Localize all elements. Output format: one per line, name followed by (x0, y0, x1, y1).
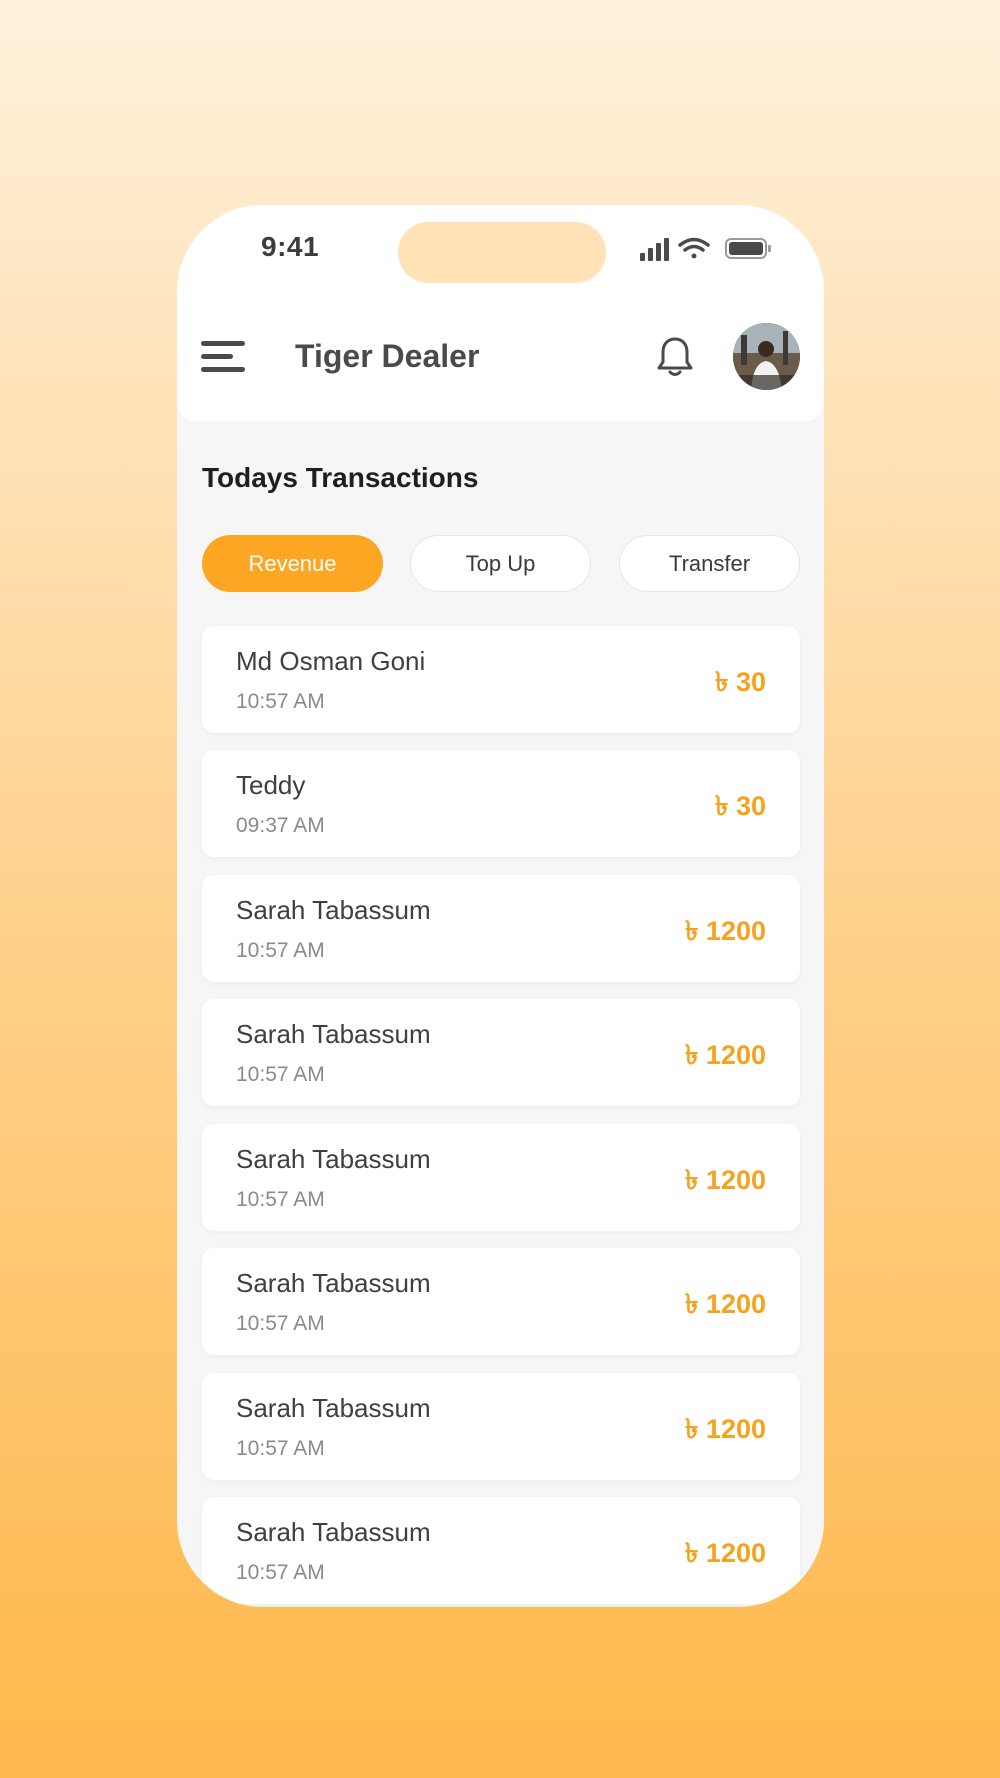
transaction-amount: ৳ 1200 (684, 1165, 766, 1195)
filter-tabs: Revenue Top Up Transfer (202, 535, 800, 592)
transaction-card[interactable]: Sarah Tabassum 10:57 AM ৳ 1200 (202, 875, 800, 982)
transaction-time: 09:37 AM (236, 814, 325, 837)
app-title: Tiger Dealer (295, 338, 480, 374)
section-title: Todays Transactions (202, 462, 479, 493)
status-icons (640, 237, 771, 261)
transaction-amount: ৳ 1200 (684, 1289, 766, 1319)
transaction-name: Sarah Tabassum (236, 1144, 431, 1174)
transaction-amount: ৳ 1200 (684, 1040, 766, 1070)
transaction-time: 10:57 AM (236, 1561, 325, 1584)
transaction-time: 10:57 AM (236, 1188, 325, 1211)
transaction-amount: ৳ 1200 (684, 1538, 766, 1568)
transaction-name: Md Osman Goni (236, 646, 426, 676)
transaction-card[interactable]: Md Osman Goni 10:57 AM ৳ 30 (202, 626, 800, 733)
transaction-time: 10:57 AM (236, 939, 325, 962)
transaction-name: Sarah Tabassum (236, 895, 431, 925)
signal-icon (640, 238, 669, 261)
transaction-time: 10:57 AM (236, 1437, 325, 1460)
transaction-time: 10:57 AM (236, 690, 325, 713)
transaction-name: Teddy (236, 770, 306, 800)
transaction-name: Sarah Tabassum (236, 1019, 431, 1049)
menu-icon[interactable] (201, 341, 245, 373)
avatar[interactable] (733, 323, 800, 390)
transaction-name: Sarah Tabassum (236, 1517, 431, 1547)
transaction-name: Sarah Tabassum (236, 1393, 431, 1423)
transaction-time: 10:57 AM (236, 1312, 325, 1335)
tab-revenue[interactable]: Revenue (202, 535, 383, 592)
app-header: 9:41 Tiger Dealer (177, 205, 824, 421)
transaction-card[interactable]: Sarah Tabassum 10:57 AM ৳ 1200 (202, 1497, 800, 1604)
avatar-photo (733, 323, 800, 390)
dynamic-island (398, 222, 606, 283)
transaction-card[interactable]: Sarah Tabassum 10:57 AM ৳ 1200 (202, 999, 800, 1106)
bell-icon[interactable] (655, 335, 695, 379)
transaction-card[interactable]: Teddy 09:37 AM ৳ 30 (202, 750, 800, 857)
tab-top-up[interactable]: Top Up (410, 535, 591, 592)
transaction-card[interactable]: Sarah Tabassum 10:57 AM ৳ 1200 (202, 1373, 800, 1480)
transaction-amount: ৳ 30 (715, 791, 766, 821)
transaction-card[interactable]: Sarah Tabassum 10:57 AM ৳ 1200 (202, 1248, 800, 1355)
transaction-amount: ৳ 1200 (684, 1414, 766, 1444)
transaction-amount: ৳ 1200 (684, 916, 766, 946)
transaction-name: Sarah Tabassum (236, 1268, 431, 1298)
phone-frame: 9:41 Tiger Dealer Todays Transactions Re… (177, 205, 824, 1607)
tab-transfer[interactable]: Transfer (619, 535, 800, 592)
status-time: 9:41 (261, 231, 320, 262)
transaction-time: 10:57 AM (236, 1063, 325, 1086)
transaction-amount: ৳ 30 (715, 667, 766, 697)
battery-icon (725, 238, 771, 259)
wifi-icon (678, 237, 710, 259)
transaction-card[interactable]: Sarah Tabassum 10:57 AM ৳ 1200 (202, 1124, 800, 1231)
